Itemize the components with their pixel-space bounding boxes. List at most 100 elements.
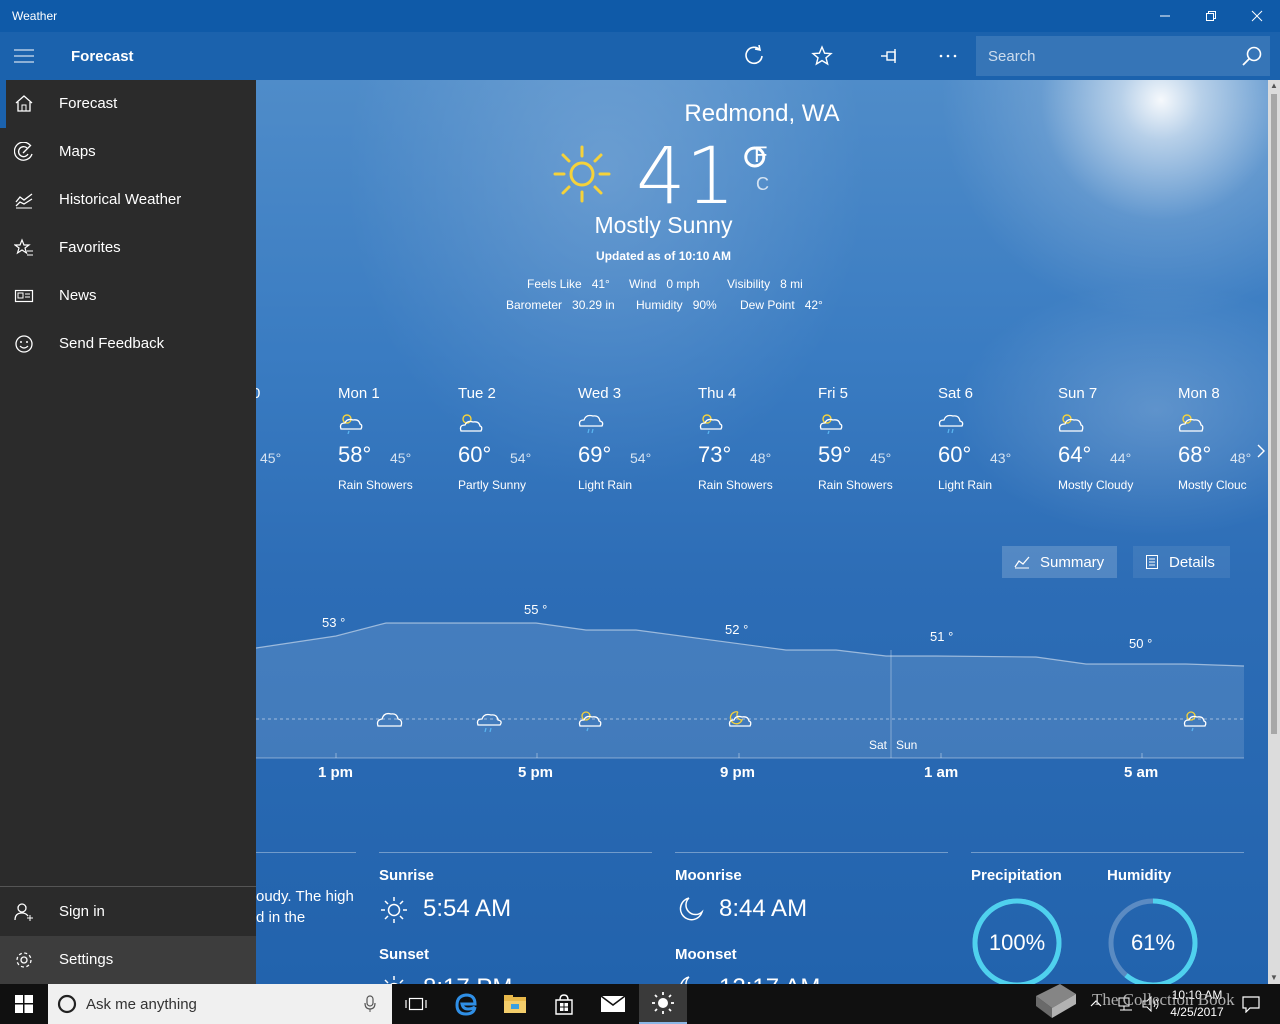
summary-label: Summary	[1040, 553, 1105, 571]
precipitation-value: 100%	[988, 930, 1046, 955]
nav-item-forecast[interactable]: Forecast	[0, 80, 256, 128]
hamburger-menu-button[interactable]	[0, 32, 48, 80]
edge-browser-button[interactable]	[442, 984, 490, 1024]
moon-icon	[679, 897, 704, 921]
city-name: Redmond, WA	[684, 100, 840, 127]
humidity-gauge: 61%	[1107, 897, 1199, 984]
pin-button[interactable]	[866, 32, 914, 80]
day-condition: Mostly Clouc	[1178, 478, 1247, 492]
daily-forecast-item[interactable]: Wed 3 69° 54° Light Rain	[578, 385, 696, 492]
star-icon	[811, 45, 833, 66]
nav-item-maps[interactable]: Maps	[0, 128, 256, 176]
sunrise-label: Sunrise	[379, 867, 435, 884]
app-header: Forecast	[0, 32, 1280, 80]
unit-fahrenheit[interactable]: F	[754, 142, 767, 168]
details-tab[interactable]: Details	[1133, 546, 1230, 578]
scroll-up-arrow[interactable]: ▲	[1268, 80, 1280, 92]
radar-icon	[14, 142, 33, 161]
daily-forecast-item[interactable]: Thu 4 73° 48° Rain Showers	[698, 385, 816, 492]
scroll-down-arrow[interactable]: ▼	[1268, 972, 1280, 984]
favorite-button[interactable]	[798, 32, 846, 80]
watermark: The Collection Book	[1030, 984, 1280, 1024]
daily-forecast-item[interactable]: Fri 5 59° 45° Rain Showers	[818, 385, 936, 492]
store-button[interactable]	[540, 984, 588, 1024]
chart-icon	[15, 193, 33, 209]
nav-item-settings[interactable]: Settings	[0, 936, 256, 984]
daily-forecast-item[interactable]: Mon 8 68° 48° Mostly Clouc	[1178, 385, 1268, 492]
updated-time: Updated as of 10:10 AM	[596, 249, 731, 263]
day-name: Sun 7	[1058, 385, 1098, 402]
day-low: 48°	[750, 450, 772, 466]
vertical-scrollbar[interactable]: ▲ ▼	[1268, 80, 1280, 984]
home-icon	[15, 95, 33, 112]
task-view-button[interactable]	[392, 984, 440, 1024]
window-title: Weather	[12, 9, 58, 23]
more-options-button[interactable]	[924, 32, 972, 80]
minimize-button[interactable]	[1142, 0, 1188, 32]
watermark-text: The Collection Book	[1092, 990, 1235, 1009]
refresh-button[interactable]	[730, 32, 778, 80]
day-condition: Partly Sunny	[458, 478, 527, 492]
store-icon	[555, 994, 573, 1015]
windows-logo-icon	[15, 995, 33, 1013]
daily-forecast-item[interactable]: 045°owers	[256, 385, 336, 492]
microphone-icon[interactable]	[364, 995, 376, 1013]
moonset-label: Moonset	[675, 946, 737, 963]
close-button[interactable]	[1234, 0, 1280, 32]
divider	[256, 852, 356, 853]
day-high: 60°	[938, 442, 972, 467]
sunset-icon	[384, 976, 404, 984]
sun-rain-icon	[819, 414, 843, 435]
nav-item-historical-weather[interactable]: Historical Weather	[0, 176, 256, 224]
nav-item-send-feedback[interactable]: Send Feedback	[0, 320, 256, 368]
start-button[interactable]	[0, 984, 48, 1024]
unit-celsius[interactable]: C	[756, 174, 769, 195]
nav-item-sign-in[interactable]: Sign in	[0, 888, 256, 936]
stat-wind: Wind 0 mph	[629, 277, 700, 291]
daily-forecast-item[interactable]: Mon 1 58° 45° Rain Showers	[338, 385, 456, 492]
star-list-icon	[14, 238, 33, 256]
nav-label: Settings	[59, 951, 114, 968]
file-explorer-button[interactable]	[491, 984, 539, 1024]
task-view-icon	[405, 997, 427, 1011]
mail-icon	[600, 995, 626, 1012]
day-name: Tue 2	[458, 385, 496, 402]
moonset-time: 12:17 AM	[719, 974, 820, 984]
moonrise-time: 8:44 AM	[719, 895, 808, 922]
search-input[interactable]	[976, 36, 1226, 76]
nav-item-news[interactable]: News	[0, 272, 256, 320]
pin-icon	[881, 49, 896, 63]
summary-tab[interactable]: Summary	[1002, 546, 1117, 578]
precipitation-gauge: 100%	[971, 897, 1063, 984]
daily-forecast-item[interactable]: Sat 6 60° 43° Light Rain	[938, 385, 1056, 492]
day-condition: Mostly Cloudy	[1058, 478, 1134, 492]
scrollbar-thumb[interactable]	[1271, 94, 1277, 734]
mail-button[interactable]	[589, 984, 637, 1024]
daily-forecast-item[interactable]: Tue 2 60° 54° Partly Sunny	[458, 385, 576, 492]
next-days-button[interactable]	[1256, 444, 1266, 463]
nav-item-favorites[interactable]: Favorites	[0, 224, 256, 272]
hourly-temp: 53 °	[322, 615, 346, 630]
day-low: 54°	[510, 450, 532, 466]
sunny-icon	[553, 145, 611, 203]
restore-button[interactable]	[1188, 0, 1234, 32]
sun-rain-icon	[699, 414, 723, 435]
gear-icon	[16, 952, 32, 968]
daily-forecast-item[interactable]: Sun 7 64° 44° Mostly Cloudy	[1058, 385, 1176, 492]
sun-rain-icon	[339, 414, 363, 435]
search-icon[interactable]	[1240, 44, 1264, 68]
moonset-icon	[680, 976, 690, 984]
day-low: 43°	[990, 450, 1012, 466]
stat-humidity: Humidity 90%	[636, 298, 717, 312]
nav-divider	[0, 886, 256, 887]
day-condition: Light Rain	[578, 478, 633, 492]
cortana-input[interactable]	[86, 984, 346, 1024]
divider	[675, 852, 948, 853]
humidity-label: Humidity	[1107, 867, 1172, 884]
light-rain-icon	[938, 414, 964, 434]
weather-app-button[interactable]	[639, 984, 687, 1024]
stat-dew-point: Dew Point 42°	[740, 298, 823, 312]
day-high: 68°	[1178, 442, 1212, 467]
day-split-right: Sun	[896, 738, 918, 752]
mostly-cloudy-icon	[1058, 414, 1084, 432]
